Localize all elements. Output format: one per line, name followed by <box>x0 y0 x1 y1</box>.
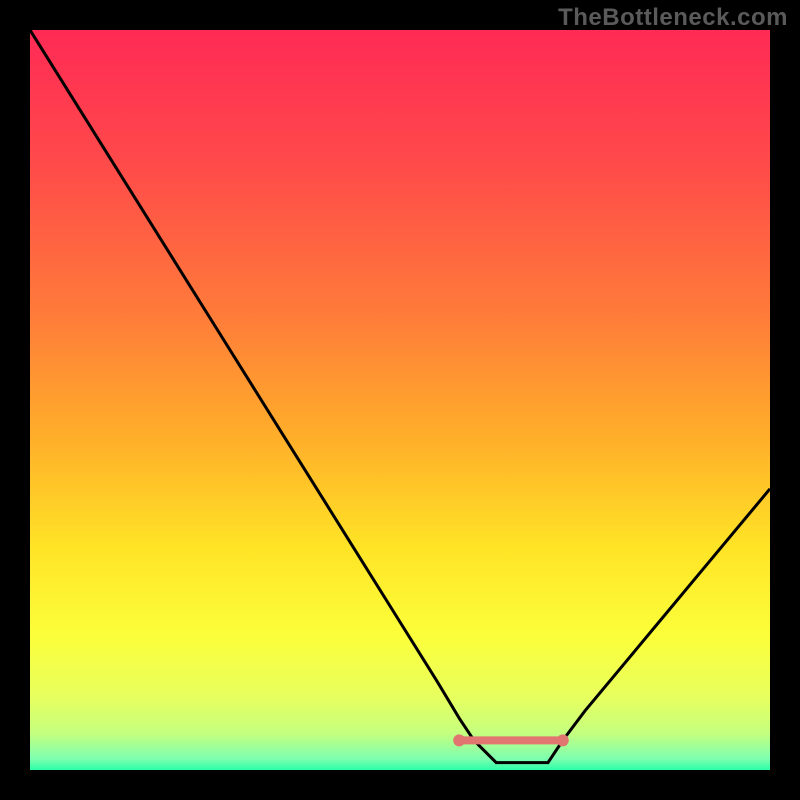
plot-area <box>30 30 770 770</box>
optimal-start-dot <box>453 734 465 746</box>
attribution-text: TheBottleneck.com <box>558 4 788 32</box>
optimal-end-dot <box>557 734 569 746</box>
bottleneck-curve <box>30 30 770 763</box>
curve-layer <box>30 30 770 770</box>
chart-frame: TheBottleneck.com <box>0 0 800 800</box>
